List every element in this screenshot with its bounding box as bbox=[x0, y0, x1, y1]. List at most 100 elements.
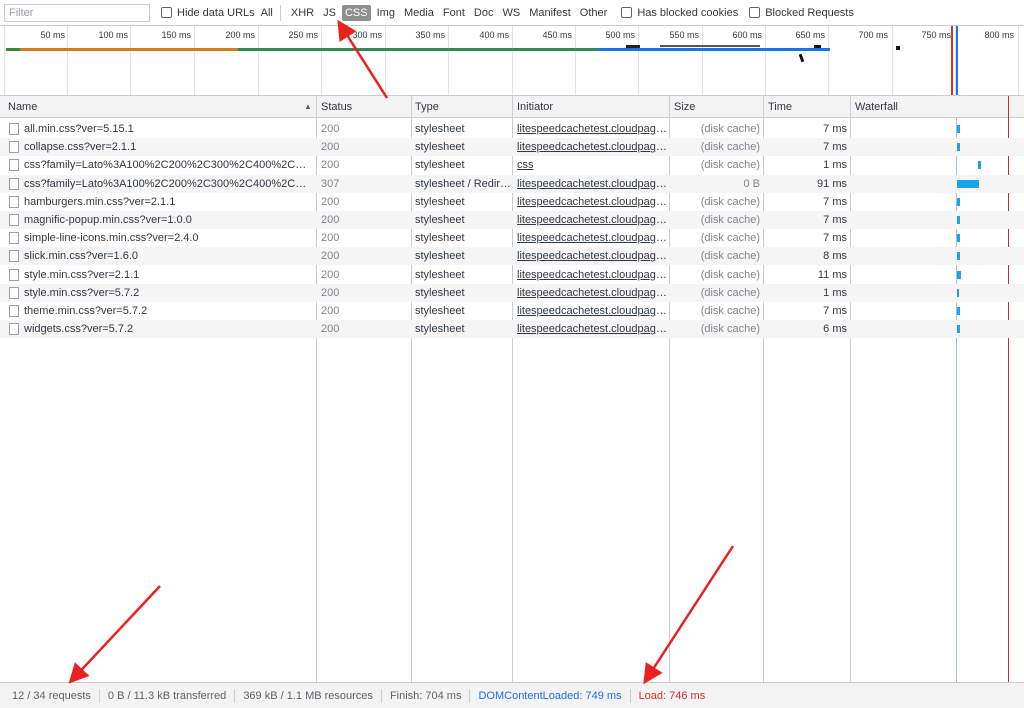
table-row[interactable]: slick.min.css?ver=1.6.0 200 stylesheet lite… bbox=[0, 247, 1024, 266]
request-type: stylesheet bbox=[415, 214, 465, 226]
timeline-tick-label: 600 ms bbox=[732, 30, 762, 40]
waterfall-bar bbox=[957, 325, 960, 334]
table-row[interactable]: hamburgers.min.css?ver=2.1.1 200 styleshee… bbox=[0, 193, 1024, 211]
filter-type-xhr[interactable]: XHR bbox=[288, 5, 317, 21]
request-time: 6 ms bbox=[823, 323, 847, 336]
request-size: (disk cache) bbox=[700, 214, 760, 226]
column-header-waterfall[interactable]: Waterfall bbox=[851, 96, 1021, 118]
table-row[interactable]: collapse.css?ver=2.1.1 200 stylesheet lites… bbox=[0, 138, 1024, 157]
file-icon bbox=[9, 159, 19, 172]
filter-type-img[interactable]: Img bbox=[374, 5, 398, 21]
request-initiator-link[interactable]: litespeedcachetest.cloudpages... bbox=[517, 284, 667, 302]
request-initiator-link[interactable]: litespeedcachetest.cloudpages... bbox=[517, 247, 667, 265]
waterfall-bar bbox=[957, 197, 960, 206]
has-blocked-cookies-checkbox[interactable]: Has blocked cookies bbox=[621, 7, 738, 19]
file-icon bbox=[9, 141, 19, 154]
request-initiator-link[interactable]: litespeedcachetest.cloudpages... bbox=[517, 266, 667, 284]
column-header-size[interactable]: Size bbox=[670, 96, 763, 118]
load-time: Load: 746 ms bbox=[638, 689, 706, 702]
request-name[interactable]: all.min.css?ver=5.15.1 bbox=[24, 120, 312, 138]
request-name[interactable]: css?family=Lato%3A100%2C200%2C300%2C400%… bbox=[24, 156, 312, 174]
column-header-time[interactable]: Time bbox=[764, 96, 849, 118]
request-initiator-link[interactable]: litespeedcachetest.cloudpages... bbox=[517, 120, 667, 138]
timeline-tick-label: 700 ms bbox=[858, 30, 888, 40]
table-row[interactable]: css?family=Lato%3A100%2C200%2C300%2C400%… bbox=[0, 156, 1024, 174]
request-initiator-link[interactable]: css bbox=[517, 156, 667, 174]
waterfall-bar bbox=[957, 288, 959, 297]
file-icon bbox=[9, 323, 19, 336]
request-type: stylesheet bbox=[415, 305, 465, 317]
filter-type-media[interactable]: Media bbox=[401, 5, 437, 21]
request-time: 7 ms bbox=[823, 141, 847, 154]
table-row[interactable]: theme.min.css?ver=5.7.2 200 stylesheet lite… bbox=[0, 302, 1024, 320]
file-icon bbox=[9, 177, 19, 190]
request-name[interactable]: hamburgers.min.css?ver=2.1.1 bbox=[24, 193, 312, 211]
hide-data-urls-checkbox[interactable]: Hide data URLs bbox=[161, 7, 255, 19]
resources-size: 369 kB / 1.1 MB resources bbox=[235, 688, 382, 703]
waterfall-bar bbox=[957, 252, 960, 261]
column-name-label: Name bbox=[8, 101, 38, 113]
table-row[interactable]: magnific-popup.min.css?ver=1.0.0 200 style… bbox=[0, 211, 1024, 229]
timeline-tick-label: 450 ms bbox=[542, 30, 572, 40]
filter-type-font[interactable]: Font bbox=[440, 5, 468, 21]
filter-type-doc[interactable]: Doc bbox=[471, 5, 497, 21]
filter-type-other[interactable]: Other bbox=[577, 5, 611, 21]
request-name[interactable]: css?family=Lato%3A100%2C200%2C300%2C400%… bbox=[24, 175, 312, 193]
request-name[interactable]: simple-line-icons.min.css?ver=2.4.0 bbox=[24, 229, 312, 247]
request-initiator-link[interactable]: litespeedcachetest.cloudpages... bbox=[517, 302, 667, 320]
column-header-status[interactable]: Status bbox=[317, 96, 412, 118]
filter-type-js[interactable]: JS bbox=[320, 5, 339, 21]
file-icon bbox=[9, 268, 19, 281]
blocked-requests-checkbox[interactable]: Blocked Requests bbox=[749, 7, 854, 19]
table-row[interactable]: simple-line-icons.min.css?ver=2.4.0 200 st… bbox=[0, 229, 1024, 247]
request-initiator-link[interactable]: litespeedcachetest.cloudpages... bbox=[517, 138, 667, 156]
table-row[interactable]: css?family=Lato%3A100%2C200%2C300%2C400%… bbox=[0, 174, 1024, 193]
column-header-initiator[interactable]: Initiator bbox=[513, 96, 669, 118]
request-initiator-link[interactable]: litespeedcachetest.cloudpages... bbox=[517, 320, 667, 338]
filter-type-ws[interactable]: WS bbox=[499, 5, 523, 21]
checkbox-box[interactable] bbox=[161, 7, 172, 18]
table-row[interactable]: style.min.css?ver=5.7.2 200 stylesheet lite… bbox=[0, 283, 1024, 302]
request-count: 12 / 34 requests bbox=[0, 688, 100, 703]
dom-content-loaded-time: DOMContentLoaded: 749 ms bbox=[470, 688, 631, 703]
request-size: (disk cache) bbox=[700, 305, 760, 317]
table-row[interactable]: all.min.css?ver=5.15.1 200 stylesheet lites… bbox=[0, 120, 1024, 138]
request-type: stylesheet bbox=[415, 141, 465, 154]
checkbox-box[interactable] bbox=[749, 7, 761, 18]
request-initiator-link[interactable]: litespeedcachetest.cloudpages... bbox=[517, 175, 667, 193]
request-size: (disk cache) bbox=[700, 159, 760, 172]
timeline-tick-label: 650 ms bbox=[795, 30, 825, 40]
waterfall-bar bbox=[957, 143, 960, 152]
file-icon bbox=[9, 286, 19, 299]
column-header-type[interactable]: Type bbox=[411, 96, 512, 118]
request-time: 7 ms bbox=[823, 232, 847, 245]
checkbox-box[interactable] bbox=[621, 7, 633, 18]
overview-bar bbox=[660, 45, 760, 47]
request-name[interactable]: magnific-popup.min.css?ver=1.0.0 bbox=[24, 211, 312, 229]
request-name[interactable]: style.min.css?ver=2.1.1 bbox=[24, 266, 312, 284]
filter-type-all[interactable]: All bbox=[258, 5, 276, 21]
request-initiator-link[interactable]: litespeedcachetest.cloudpages... bbox=[517, 229, 667, 247]
timeline-tick-label: 300 ms bbox=[352, 30, 382, 40]
request-status: 200 bbox=[321, 286, 340, 299]
table-row[interactable]: widgets.css?ver=5.7.2 200 stylesheet litesp… bbox=[0, 320, 1024, 339]
request-name[interactable]: widgets.css?ver=5.7.2 bbox=[24, 320, 312, 338]
column-header-name[interactable]: Name ▲ bbox=[4, 96, 316, 118]
request-type: stylesheet / Redirect bbox=[415, 177, 511, 190]
filter-type-css[interactable]: CSS bbox=[341, 4, 371, 21]
table-row[interactable]: style.min.css?ver=2.1.1 200 stylesheet lite… bbox=[0, 266, 1024, 284]
request-initiator-link[interactable]: litespeedcachetest.cloudpages... bbox=[517, 211, 667, 229]
request-name[interactable]: style.min.css?ver=5.7.2 bbox=[24, 284, 312, 302]
request-name[interactable]: slick.min.css?ver=1.6.0 bbox=[24, 247, 312, 265]
request-name[interactable]: theme.min.css?ver=5.7.2 bbox=[24, 302, 312, 320]
request-type: stylesheet bbox=[415, 250, 465, 263]
request-time: 11 ms bbox=[817, 268, 847, 281]
request-initiator-link[interactable]: litespeedcachetest.cloudpages... bbox=[517, 193, 667, 211]
filter-input[interactable] bbox=[4, 3, 150, 22]
request-name[interactable]: collapse.css?ver=2.1.1 bbox=[24, 138, 312, 156]
filter-type-manifest[interactable]: Manifest bbox=[526, 5, 574, 21]
file-icon bbox=[9, 250, 19, 263]
timeline-overview[interactable]: 50 ms 100 ms 150 ms 200 ms 250 ms 300 ms… bbox=[0, 26, 1024, 96]
request-size: (disk cache) bbox=[700, 232, 760, 245]
file-icon bbox=[9, 214, 19, 226]
